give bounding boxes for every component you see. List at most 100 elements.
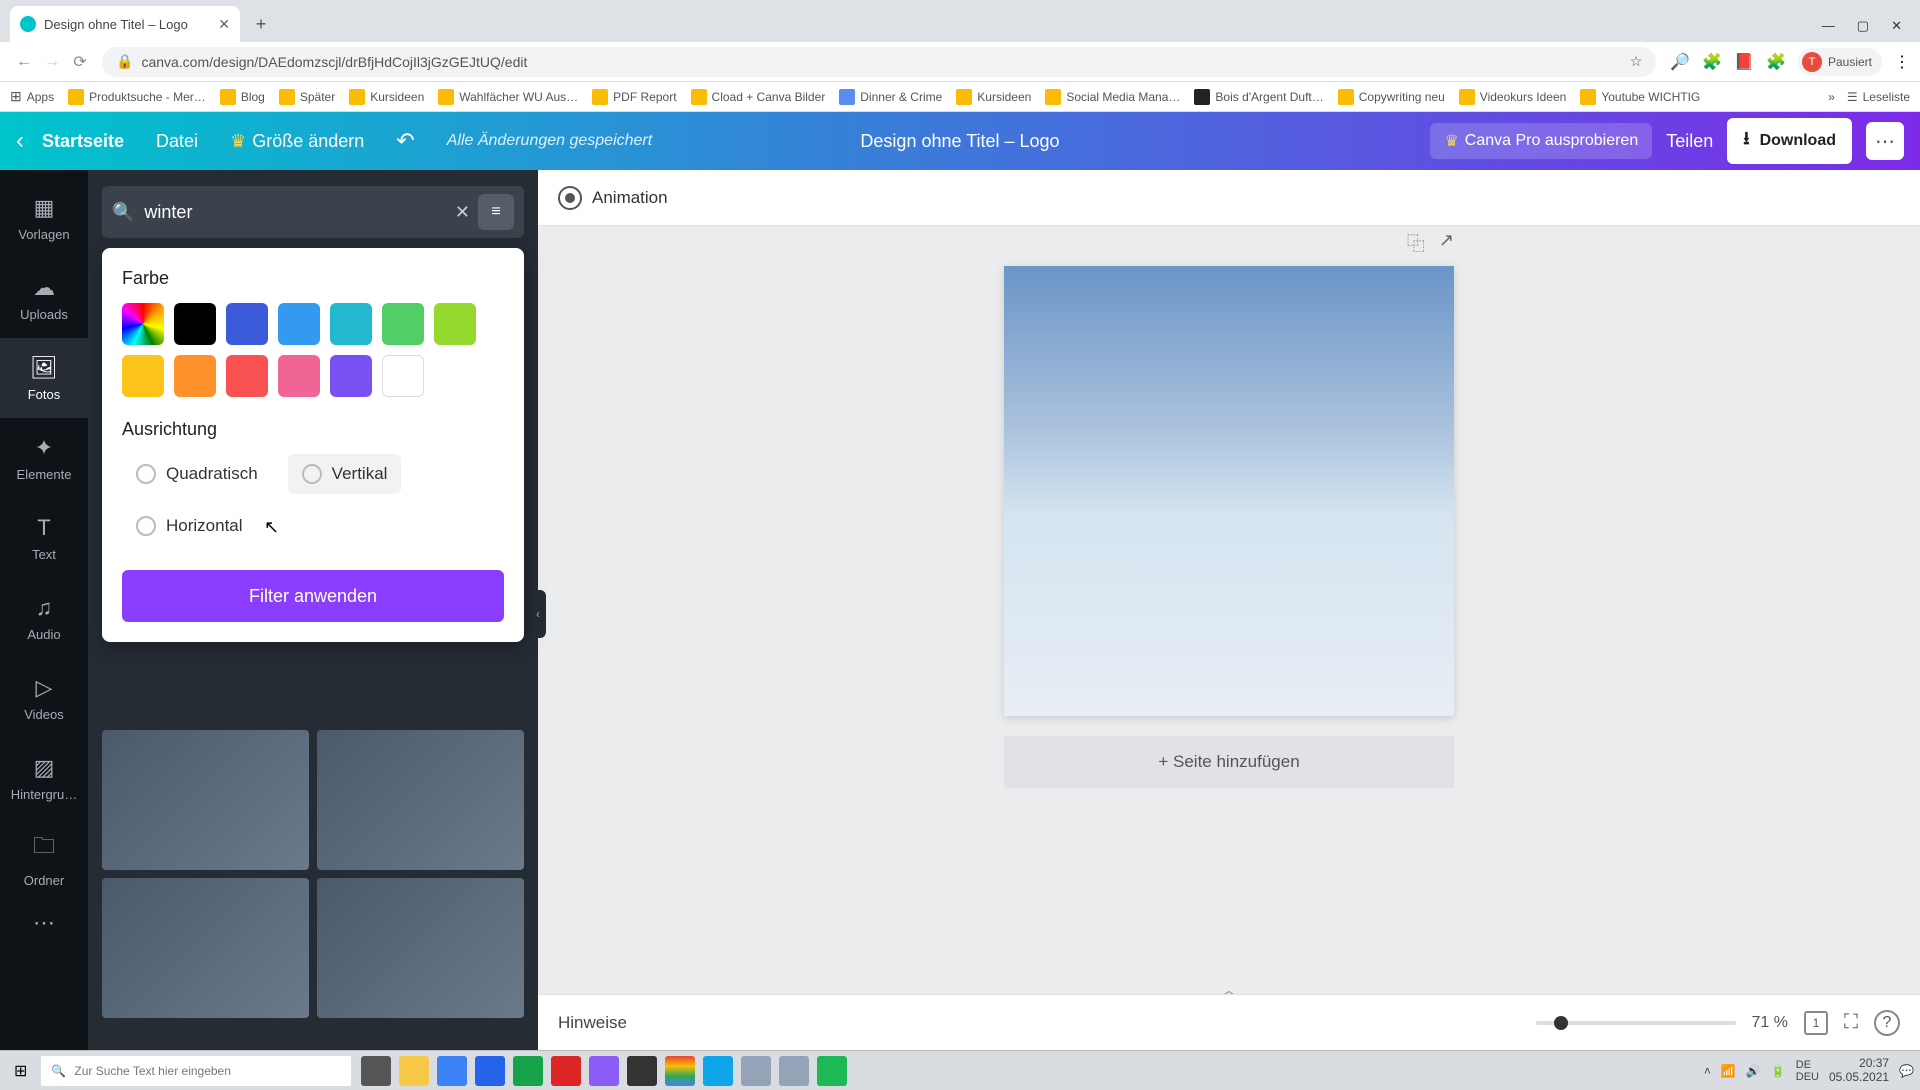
rail-text[interactable]: TText xyxy=(0,498,88,578)
document-title[interactable]: Design ohne Titel – Logo xyxy=(860,131,1059,152)
start-button[interactable]: ⊞ xyxy=(6,1061,35,1081)
clear-search-button[interactable]: ✕ xyxy=(455,202,470,223)
rail-elements[interactable]: ✦Elemente xyxy=(0,418,88,498)
color-swatch-black[interactable] xyxy=(174,303,216,345)
bookmark-item[interactable]: Blog xyxy=(220,89,265,105)
rail-photos[interactable]: 🖼Fotos xyxy=(0,338,88,418)
taskbar-chrome-icon[interactable] xyxy=(665,1056,695,1086)
design-page[interactable] xyxy=(1004,266,1454,716)
taskbar-app-icon[interactable] xyxy=(551,1056,581,1086)
hints-button[interactable]: Hinweise xyxy=(558,1013,627,1033)
rail-videos[interactable]: ▷Videos xyxy=(0,658,88,738)
zoom-slider[interactable] xyxy=(1536,1021,1736,1025)
taskbar-spotify-icon[interactable] xyxy=(817,1056,847,1086)
apps-button[interactable]: ⊞Apps xyxy=(10,88,54,105)
bookmark-item[interactable]: Produktsuche - Mer… xyxy=(68,89,206,105)
profile-button[interactable]: T Pausiert xyxy=(1798,48,1882,76)
star-icon[interactable]: ☆ xyxy=(1630,53,1643,70)
taskbar-app-icon[interactable] xyxy=(399,1056,429,1086)
extension-icon[interactable]: 🧩 xyxy=(1702,52,1722,72)
color-swatch-lime[interactable] xyxy=(434,303,476,345)
more-menu-button[interactable]: ⋯ xyxy=(1866,122,1904,160)
orientation-vertical[interactable]: Vertikal xyxy=(288,454,402,494)
taskbar-app-icon[interactable] xyxy=(703,1056,733,1086)
photo-thumbnail[interactable] xyxy=(317,878,524,1018)
nav-reload-button[interactable]: ⟳ xyxy=(66,48,94,76)
rail-background[interactable]: ▨Hintergru… xyxy=(0,738,88,818)
undo-button[interactable]: ↶ xyxy=(396,128,414,154)
bookmark-item[interactable]: Wahlfächer WU Aus… xyxy=(438,89,578,105)
tray-wifi-icon[interactable]: 📶 xyxy=(1721,1064,1736,1078)
extension-icon[interactable]: 🔎 xyxy=(1670,52,1690,72)
color-swatch-purple[interactable] xyxy=(330,355,372,397)
taskbar-search[interactable]: 🔍Zur Suche Text hier eingeben xyxy=(41,1056,351,1086)
tray-language[interactable]: DE DEU xyxy=(1796,1059,1819,1083)
bookmark-item[interactable]: Dinner & Crime xyxy=(839,89,942,105)
taskbar-app-icon[interactable] xyxy=(513,1056,543,1086)
search-field[interactable]: 🔍 ✕ ≡ xyxy=(102,186,524,238)
canvas-stage[interactable]: ⿻ ↗ + Seite hinzufügen xyxy=(538,226,1920,994)
extension-icon[interactable]: 🧩 xyxy=(1766,52,1786,72)
slider-handle[interactable] xyxy=(1554,1016,1568,1030)
color-swatch-lightblue[interactable] xyxy=(278,303,320,345)
rail-templates[interactable]: ▦Vorlagen xyxy=(0,178,88,258)
window-minimize-icon[interactable]: — xyxy=(1822,18,1835,34)
duplicate-page-icon[interactable]: ⿻ xyxy=(1407,230,1425,256)
rail-uploads[interactable]: ☁Uploads xyxy=(0,258,88,338)
filter-toggle-button[interactable]: ≡ xyxy=(478,194,514,230)
window-close-icon[interactable]: ✕ xyxy=(1891,18,1902,34)
color-swatch-white[interactable] xyxy=(382,355,424,397)
orientation-horizontal[interactable]: Horizontal xyxy=(122,506,257,546)
color-swatch-orange[interactable] xyxy=(174,355,216,397)
color-swatch-blue[interactable] xyxy=(226,303,268,345)
taskbar-app-icon[interactable] xyxy=(741,1056,771,1086)
taskbar-app-icon[interactable] xyxy=(627,1056,657,1086)
bookmark-item[interactable]: Youtube WICHTIG xyxy=(1580,89,1700,105)
bookmark-item[interactable]: Später xyxy=(279,89,335,105)
animation-button[interactable]: Animation xyxy=(558,186,668,210)
reading-list-button[interactable]: ☰Leseliste xyxy=(1847,90,1910,104)
window-maximize-icon[interactable]: ▢ xyxy=(1857,18,1869,34)
taskbar-app-icon[interactable] xyxy=(361,1056,391,1086)
bookmark-item[interactable]: Social Media Mana… xyxy=(1045,89,1180,105)
rail-more[interactable]: ⋯ xyxy=(0,898,88,948)
search-input[interactable] xyxy=(144,202,448,223)
bookmark-item[interactable]: Kursideen xyxy=(349,89,424,105)
taskbar-app-icon[interactable] xyxy=(779,1056,809,1086)
bookmark-item[interactable]: Bois d'Argent Duft… xyxy=(1194,89,1323,105)
bookmark-item[interactable]: Videokurs Ideen xyxy=(1459,89,1567,105)
header-back-button[interactable]: ‹ xyxy=(16,127,24,155)
apply-filter-button[interactable]: Filter anwenden xyxy=(122,570,504,622)
color-swatch-green[interactable] xyxy=(382,303,424,345)
color-swatch-red[interactable] xyxy=(226,355,268,397)
color-swatch-pink[interactable] xyxy=(278,355,320,397)
zoom-percent[interactable]: 71 % xyxy=(1752,1014,1788,1032)
photo-thumbnail[interactable] xyxy=(102,878,309,1018)
browser-tab[interactable]: Design ohne Titel – Logo ✕ xyxy=(10,6,240,42)
nav-forward-button[interactable]: → xyxy=(38,48,66,76)
color-swatch-multicolor[interactable] xyxy=(122,303,164,345)
tray-battery-icon[interactable]: 🔋 xyxy=(1771,1064,1786,1078)
new-tab-button[interactable]: + xyxy=(246,9,276,39)
bookmark-item[interactable]: PDF Report xyxy=(592,89,676,105)
color-swatch-cyan[interactable] xyxy=(330,303,372,345)
bookmark-item[interactable]: Copywriting neu xyxy=(1338,89,1445,105)
home-link[interactable]: Startseite xyxy=(42,131,124,152)
rail-audio[interactable]: ♫Audio xyxy=(0,578,88,658)
bookmark-item[interactable]: Cload + Canva Bilder xyxy=(691,89,826,105)
color-swatch-yellow[interactable] xyxy=(122,355,164,397)
photo-thumbnail[interactable] xyxy=(317,730,524,870)
share-page-icon[interactable]: ↗ xyxy=(1439,230,1454,256)
taskbar-app-icon[interactable] xyxy=(589,1056,619,1086)
share-button[interactable]: Teilen xyxy=(1666,131,1713,152)
nav-back-button[interactable]: ← xyxy=(10,48,38,76)
taskbar-app-icon[interactable] xyxy=(475,1056,505,1086)
bookmark-item[interactable]: Kursideen xyxy=(956,89,1031,105)
close-tab-icon[interactable]: ✕ xyxy=(218,16,230,33)
add-page-button[interactable]: + Seite hinzufügen xyxy=(1004,736,1454,788)
fullscreen-icon[interactable]: ⛶ xyxy=(1844,1011,1858,1034)
resize-button[interactable]: ♛Größe ändern xyxy=(230,131,364,152)
download-button[interactable]: ⭳Download xyxy=(1727,118,1852,164)
help-icon[interactable]: ? xyxy=(1874,1010,1900,1036)
orientation-square[interactable]: Quadratisch xyxy=(122,454,272,494)
